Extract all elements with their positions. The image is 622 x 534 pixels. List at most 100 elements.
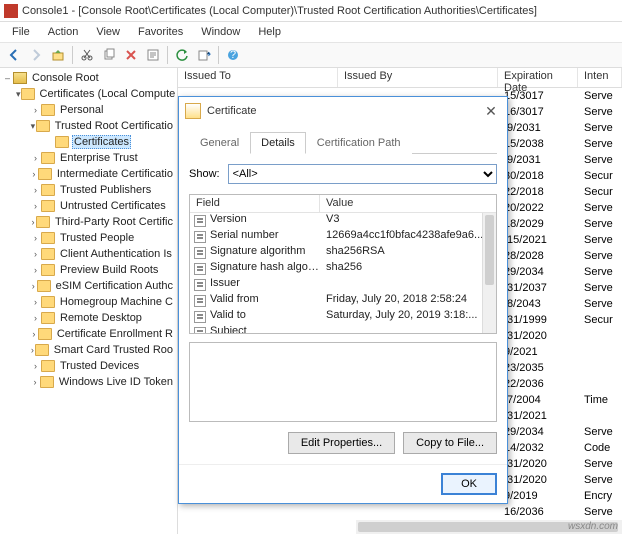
expand-icon[interactable]: › xyxy=(30,281,37,291)
tree-item[interactable]: ›Homegroup Machine C xyxy=(2,294,175,310)
delete-button[interactable] xyxy=(121,45,141,65)
expand-icon[interactable]: › xyxy=(30,377,40,387)
field-list-box: Field Value VersionV3Serial number12669a… xyxy=(189,194,497,334)
field-row[interactable]: Signature algorithmsha256RSA xyxy=(190,245,496,261)
expand-icon[interactable]: › xyxy=(30,153,41,163)
col-intended[interactable]: Inten xyxy=(578,68,622,87)
expand-icon[interactable]: › xyxy=(30,233,41,243)
cell-expiration: /31/2020 xyxy=(498,474,578,486)
tree-certificates-root[interactable]: ▾ Certificates (Local Compute xyxy=(2,86,175,102)
field-row[interactable]: Signature hash algorithmsha256 xyxy=(190,261,496,277)
menu-file[interactable]: File xyxy=(4,24,38,40)
cell-expiration: /31/2020 xyxy=(498,330,578,342)
field-icon xyxy=(194,215,206,227)
tree-item[interactable]: ›Trusted Publishers xyxy=(2,182,175,198)
tree-pane[interactable]: – Console Root ▾ Certificates (Local Com… xyxy=(0,68,178,534)
expand-icon[interactable]: › xyxy=(30,313,41,323)
menu-window[interactable]: Window xyxy=(193,24,248,40)
ok-button[interactable]: OK xyxy=(441,473,497,495)
cut-button[interactable] xyxy=(77,45,97,65)
refresh-button[interactable] xyxy=(172,45,192,65)
cell-intended: Serve xyxy=(578,154,622,166)
help-button[interactable]: ? xyxy=(223,45,243,65)
tree-item[interactable]: ›eSIM Certification Authc xyxy=(2,278,175,294)
expand-icon[interactable]: › xyxy=(30,105,41,115)
field-row[interactable]: Serial number12669a4cc1f0bfac4238afe9a6.… xyxy=(190,229,496,245)
separator xyxy=(72,46,73,64)
scrollbar-thumb[interactable] xyxy=(485,215,494,285)
export-button[interactable] xyxy=(194,45,214,65)
certificate-icon xyxy=(185,103,201,119)
field-row[interactable]: Valid toSaturday, July 20, 2019 3:18:... xyxy=(190,309,496,325)
tree-item[interactable]: ›Preview Build Roots xyxy=(2,262,175,278)
tree-item[interactable]: ›Certificate Enrollment R xyxy=(2,326,175,342)
col-issued-by[interactable]: Issued By xyxy=(338,68,498,87)
tree-item[interactable]: ›Intermediate Certificatio xyxy=(2,166,175,182)
tree-item[interactable]: ›Client Authentication Is xyxy=(2,246,175,262)
menu-help[interactable]: Help xyxy=(250,24,289,40)
properties-button[interactable] xyxy=(143,45,163,65)
tree-item[interactable]: › Enterprise Trust xyxy=(2,150,175,166)
folder-icon xyxy=(41,264,55,276)
cell-intended: Serve xyxy=(578,426,622,438)
col-value[interactable]: Value xyxy=(320,195,496,212)
tree-item[interactable]: ▾Trusted Root Certificatio xyxy=(2,118,175,134)
tree-item[interactable]: ›Trusted Devices xyxy=(2,358,175,374)
menu-view[interactable]: View xyxy=(88,24,128,40)
tree-item[interactable]: ›Windows Live ID Token xyxy=(2,374,175,390)
col-field[interactable]: Field xyxy=(190,195,320,212)
close-button[interactable]: ✕ xyxy=(481,101,501,121)
expand-icon[interactable]: ▾ xyxy=(16,89,21,100)
copy-to-file-button[interactable]: Copy to File... xyxy=(403,432,497,454)
tab-certification-path[interactable]: Certification Path xyxy=(306,132,412,154)
tree-item[interactable]: ›Trusted People xyxy=(2,230,175,246)
cell-intended: Serve xyxy=(578,250,622,262)
col-issued-to[interactable]: Issued To xyxy=(178,68,338,87)
expand-icon[interactable]: ▾ xyxy=(30,121,36,132)
tree-item[interactable]: ›Smart Card Trusted Roo xyxy=(2,342,175,358)
forward-button[interactable] xyxy=(26,45,46,65)
expand-icon[interactable]: › xyxy=(30,185,41,195)
tree-item[interactable]: Certificates xyxy=(2,134,175,150)
field-value xyxy=(320,325,496,334)
expand-icon[interactable]: › xyxy=(30,329,38,339)
expand-icon[interactable]: › xyxy=(30,297,41,307)
list-row[interactable]: 16/2036Serve xyxy=(178,504,622,520)
expand-icon[interactable]: › xyxy=(30,201,41,211)
field-row[interactable]: Subject xyxy=(190,325,496,334)
tree-item[interactable]: ›Personal xyxy=(2,102,175,118)
copy-button[interactable] xyxy=(99,45,119,65)
field-scrollbar[interactable] xyxy=(482,213,496,333)
watermark: wsxdn.com xyxy=(568,521,618,532)
field-value: sha256 xyxy=(320,261,496,277)
cell-intended: Serve xyxy=(578,458,622,470)
tab-details[interactable]: Details xyxy=(250,132,306,154)
col-expiration[interactable]: Expiration Date xyxy=(498,68,578,87)
field-row[interactable]: VersionV3 xyxy=(190,213,496,229)
expand-icon[interactable]: › xyxy=(30,361,41,371)
tab-general[interactable]: General xyxy=(189,132,250,154)
expand-icon[interactable]: – xyxy=(2,73,13,83)
tree-label: Enterprise Trust xyxy=(58,152,140,164)
cell-intended: Serve xyxy=(578,474,622,486)
field-row[interactable]: Valid fromFriday, July 20, 2018 2:58:24 xyxy=(190,293,496,309)
field-row[interactable]: Issuer xyxy=(190,277,496,293)
dialog-title-bar[interactable]: Certificate ✕ xyxy=(179,97,507,125)
expand-icon[interactable]: › xyxy=(30,169,38,179)
field-list[interactable]: VersionV3Serial number12669a4cc1f0bfac42… xyxy=(190,213,496,334)
folder-icon xyxy=(41,296,55,308)
show-select[interactable]: <All> xyxy=(228,164,497,184)
expand-icon[interactable]: › xyxy=(30,265,41,275)
field-detail-box[interactable] xyxy=(189,342,497,422)
menu-favorites[interactable]: Favorites xyxy=(130,24,191,40)
tree-item[interactable]: ›Remote Desktop xyxy=(2,310,175,326)
back-button[interactable] xyxy=(4,45,24,65)
expand-icon[interactable]: › xyxy=(30,249,41,259)
menu-action[interactable]: Action xyxy=(40,24,87,40)
tree-item[interactable]: ›Untrusted Certificates xyxy=(2,198,175,214)
up-button[interactable] xyxy=(48,45,68,65)
tree-console-root[interactable]: – Console Root xyxy=(2,70,175,86)
cell-intended: Serve xyxy=(578,218,622,230)
tree-item[interactable]: ›Third-Party Root Certific xyxy=(2,214,175,230)
edit-properties-button[interactable]: Edit Properties... xyxy=(288,432,395,454)
